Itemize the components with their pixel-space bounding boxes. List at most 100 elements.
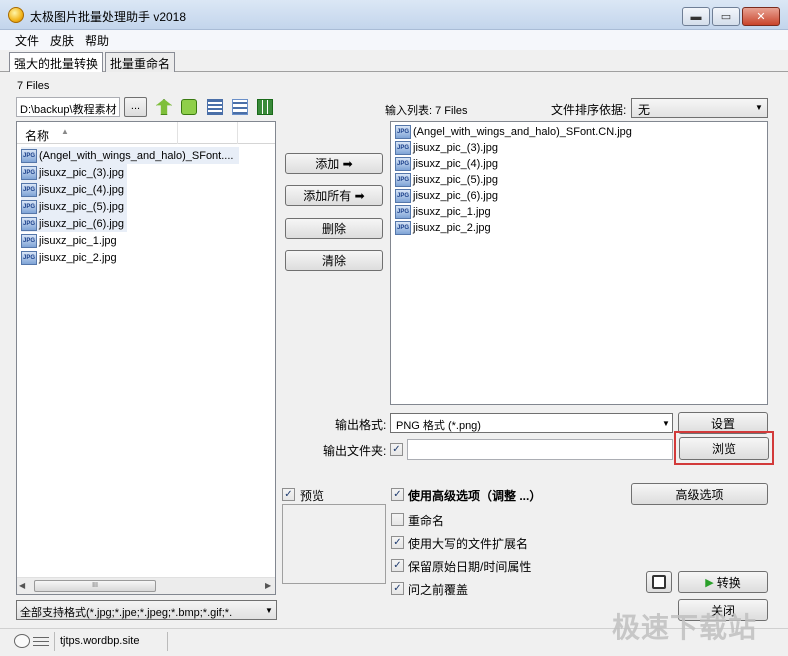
list-item[interactable]: JPG jisuxz_pic_(6).jpg [21,215,127,232]
keep-datetime-label: 保留原始日期/时间属性 [408,560,532,574]
menu-lines-icon [33,636,49,646]
add-button[interactable]: 添加 ➡ [285,153,383,174]
status-text: tjtps.wordbp.site [60,635,140,647]
browse-button[interactable]: 浏览 [679,437,769,460]
jpg-file-icon: JPG [21,250,37,265]
list-view-icon[interactable] [207,99,223,115]
advanced-options-label: 使用高级选项（调整 ...） [408,489,542,503]
jpg-file-icon: JPG [395,189,411,203]
horizontal-scrollbar[interactable]: ◀ III ▶ [17,577,275,594]
input-file-rows: JPG (Angel_with_wings_and_halo)_SFont.CN.… [395,124,695,236]
thumbnail-view-icon[interactable] [257,99,273,115]
menu-bar: 文件 皮肤 帮助 [0,30,788,50]
chevron-down-icon[interactable]: ▼ [662,419,670,428]
sort-label: 文件排序依据: [551,103,627,117]
list-item[interactable]: JPG jisuxz_pic_(3).jpg [21,164,127,181]
sort-ascending-icon: ▲ [61,127,69,136]
uppercase-ext-label: 使用大写的文件扩展名 [408,537,529,551]
path-browse-button[interactable]: ... [124,97,147,117]
network-icon [14,634,30,648]
chevron-down-icon[interactable]: ▼ [265,606,273,615]
menu-help[interactable]: 帮助 [85,32,109,49]
delete-button[interactable]: 删除 [285,218,383,239]
close-window-button[interactable]: ✕ [742,7,780,26]
source-file-list[interactable]: 名称 ▲ JPG (Angel_with_wings_and_halo)_SFon… [16,121,276,595]
maximize-button[interactable]: ▭ [712,7,740,26]
tab-bar: 强大的批量转换 批量重命名 [0,50,788,73]
scroll-left-icon[interactable]: ◀ [19,581,25,590]
output-format-select[interactable]: PNG 格式 (*.png) [390,413,673,433]
keep-datetime-checkbox[interactable]: ✓ [391,559,404,572]
input-list-label: 输入列表: 7 Files [385,105,468,117]
tab-batch-rename[interactable]: 批量重命名 [105,52,176,72]
list-item[interactable]: JPG jisuxz_pic_(6).jpg [395,188,695,204]
list-item[interactable]: JPG jisuxz_pic_(4).jpg [21,181,127,198]
list-item[interactable]: JPG jisuxz_pic_(5).jpg [21,198,127,215]
jpg-file-icon: JPG [395,125,411,139]
rename-label: 重命名 [408,514,445,528]
preview-area [282,504,386,584]
scrollbar-thumb[interactable]: III [34,580,156,592]
jpg-file-icon: JPG [21,165,37,180]
list-item[interactable]: JPG jisuxz_pic_(4).jpg [395,156,695,172]
chevron-down-icon[interactable]: ▼ [755,103,763,112]
sort-order-select[interactable]: 无 [631,98,768,118]
column-divider[interactable] [177,122,178,144]
detail-view-icon[interactable] [232,99,248,115]
window-title: 太极图片批量处理助手 v2018 [30,10,187,24]
clear-button[interactable]: 清除 [285,250,383,271]
minimize-button[interactable]: ▬ [682,7,710,26]
list-item[interactable]: JPG jisuxz_pic_2.jpg [395,220,695,236]
tab-batch-convert[interactable]: 强大的批量转换 [9,52,104,73]
uppercase-ext-checkbox[interactable]: ✓ [391,536,404,549]
input-file-list[interactable]: JPG (Angel_with_wings_and_halo)_SFont.CN.… [390,121,768,405]
source-file-rows: JPG (Angel_with_wings_and_halo)_SFont....… [21,147,239,266]
status-divider [54,632,55,651]
file-type-filter-select[interactable]: 全部支持格式(*.jpg;*.jpe;*.jpeg;*.bmp;*.gif;*. [16,600,277,620]
advanced-options-button[interactable]: 高级选项 [631,483,768,505]
overwrite-prompt-checkbox[interactable]: ✓ [391,582,404,595]
advanced-options-checkbox[interactable]: ✓ [391,488,404,501]
scroll-right-icon[interactable]: ▶ [265,581,271,590]
list-item[interactable]: JPG (Angel_with_wings_and_halo)_SFont.CN.… [395,124,695,140]
add-all-button[interactable]: 添加所有 ➡ [285,185,383,206]
find-output-button[interactable] [646,571,672,593]
output-folder-checkbox[interactable]: ✓ [390,443,403,456]
preview-checkbox[interactable]: ✓ [282,488,295,501]
status-divider [167,632,168,651]
title-bar: 太极图片批量处理助手 v2018 ▬ ▭ ✕ [0,0,788,30]
list-item[interactable]: JPG jisuxz_pic_(3).jpg [395,140,695,156]
jpg-file-icon: JPG [395,205,411,219]
overwrite-prompt-label: 问之前覆盖 [408,583,469,597]
jpg-file-icon: JPG [395,173,411,187]
list-item[interactable]: JPG jisuxz_pic_1.jpg [395,204,695,220]
jpg-file-icon: JPG [395,157,411,171]
play-icon: ▶ [705,576,714,589]
output-folder-input[interactable] [407,439,673,460]
convert-button[interactable]: ▶ 转换 [678,571,768,593]
list-item[interactable]: JPG jisuxz_pic_1.jpg [21,232,239,249]
jpg-file-icon: JPG [21,182,37,197]
list-item[interactable]: JPG jisuxz_pic_2.jpg [21,249,239,266]
output-folder-label: 输出文件夹: [323,444,387,458]
rename-checkbox[interactable] [391,513,404,526]
menu-skin[interactable]: 皮肤 [50,32,74,49]
preview-label: 预览 [300,489,325,503]
jpg-file-icon: JPG [395,221,411,235]
refresh-icon[interactable] [181,99,197,115]
list-item[interactable]: JPG jisuxz_pic_(5).jpg [395,172,695,188]
list-item[interactable]: JPG (Angel_with_wings_and_halo)_SFont.... [21,147,239,164]
convert-label: 转换 [716,575,741,590]
watermark: 极速下载站 [612,612,758,643]
column-header[interactable]: 名称 ▲ [17,122,275,144]
menu-file[interactable]: 文件 [15,32,39,49]
jpg-file-icon: JPG [21,148,37,163]
jpg-file-icon: JPG [21,233,37,248]
column-divider[interactable] [237,122,238,144]
file-count: 7 Files [17,80,50,92]
folder-path-input[interactable]: D:\backup\教程素材 [16,97,120,117]
magnifier-icon [652,575,666,589]
column-header-name[interactable]: 名称 [25,127,49,144]
app-logo-icon [8,7,24,23]
output-format-label: 输出格式: [335,418,387,432]
